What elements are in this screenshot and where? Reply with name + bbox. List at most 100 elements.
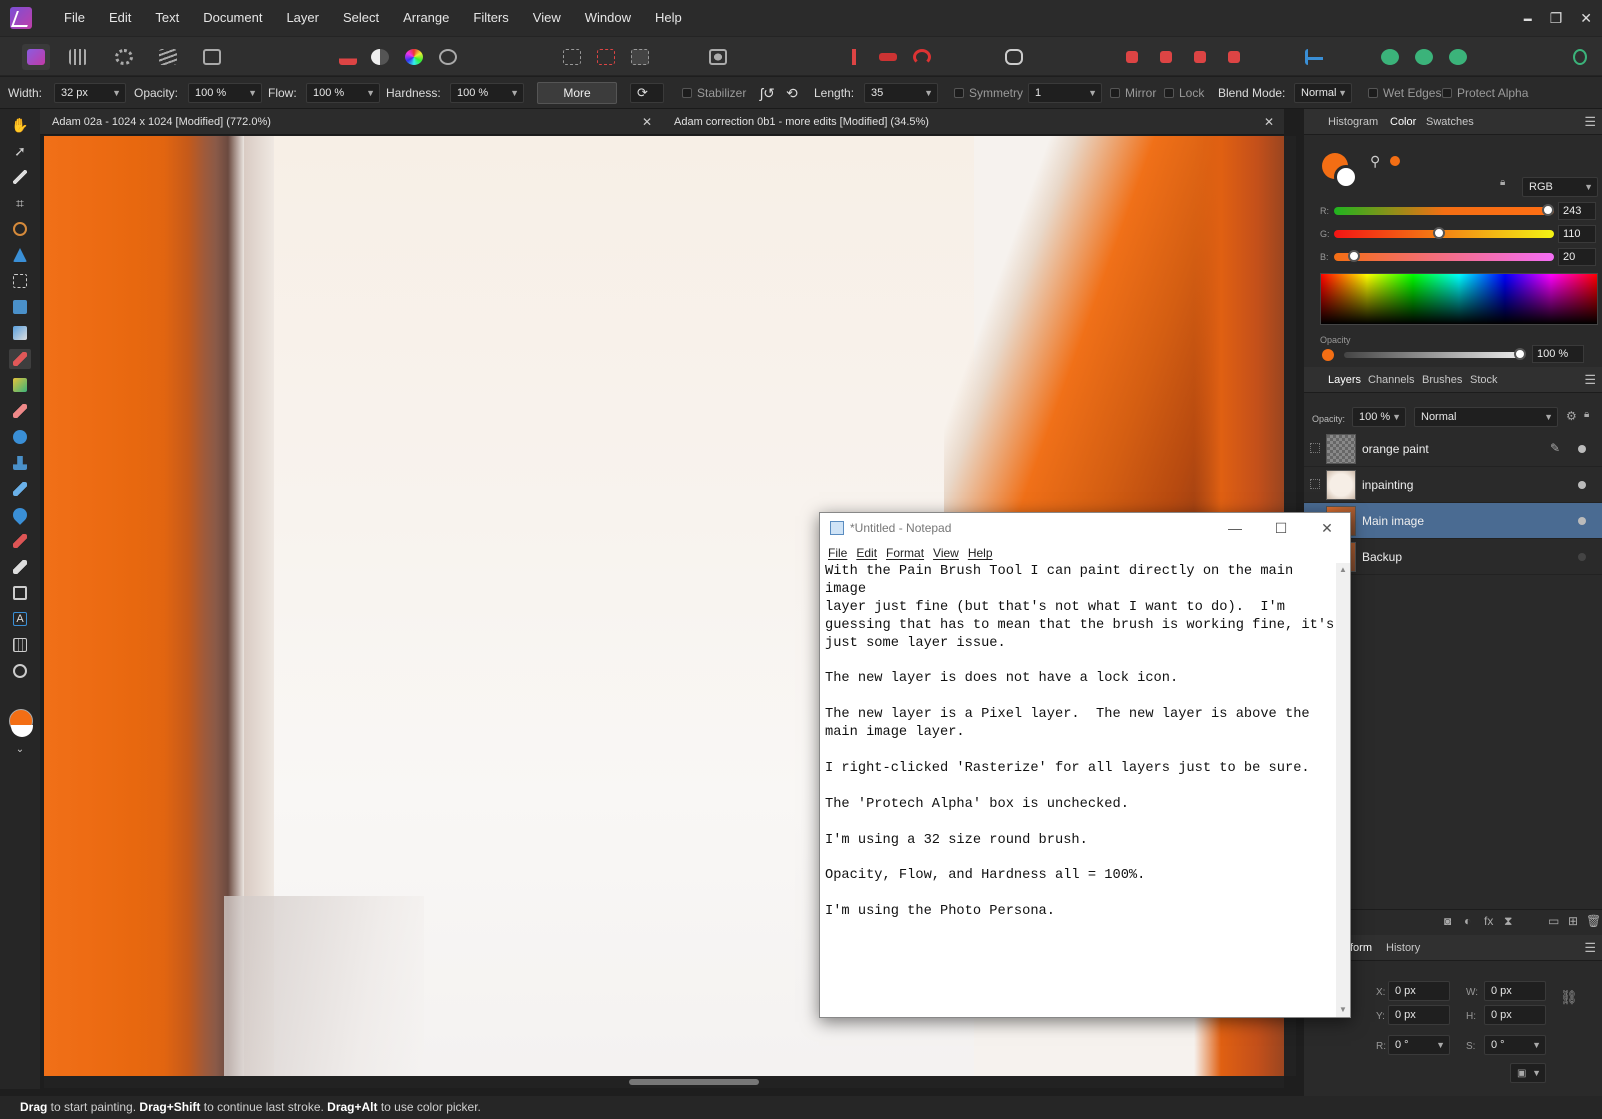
quick-mask-icon[interactable] xyxy=(704,44,732,70)
invert-selection-icon[interactable] xyxy=(626,44,654,70)
x-field[interactable]: 0 px xyxy=(1388,981,1450,1001)
layer-visibility-dot[interactable] xyxy=(1578,517,1586,525)
doc-tab-2[interactable]: Adam correction 0b1 - more edits [Modifi… xyxy=(662,109,1284,135)
magnet-icon[interactable] xyxy=(908,44,936,70)
move-tool-icon[interactable]: ➚ xyxy=(9,141,31,161)
tab-transform[interactable]: form xyxy=(1350,935,1372,961)
adjustment-icon[interactable]: ◐ xyxy=(1464,914,1471,928)
width-field[interactable]: 32 px ▼ xyxy=(54,83,126,103)
h-field[interactable]: 0 px xyxy=(1484,1005,1546,1025)
tab-layers[interactable]: Layers xyxy=(1328,367,1361,393)
menu-arrange[interactable]: Arrange xyxy=(391,0,461,36)
tab-swatches[interactable]: Swatches xyxy=(1426,109,1474,135)
delete-layer-icon[interactable]: 🗑︎ xyxy=(1586,914,1601,928)
layer-row[interactable]: inpainting xyxy=(1304,467,1602,503)
y-field[interactable]: 0 px xyxy=(1388,1005,1450,1025)
color-model-select[interactable]: RGB ▼ xyxy=(1522,177,1598,197)
gradient-tool-icon[interactable] xyxy=(9,323,31,343)
secondary-color-swatch[interactable] xyxy=(11,725,33,737)
b-slider-knob[interactable] xyxy=(1348,250,1360,262)
maximize-button[interactable]: ❐ xyxy=(1550,10,1563,27)
menu-text[interactable]: Text xyxy=(143,0,191,36)
boolean-add-icon[interactable] xyxy=(1376,44,1404,70)
eyedropper-icon[interactable]: ⚲ xyxy=(1370,153,1380,170)
opacity-slider[interactable] xyxy=(1344,348,1526,360)
boolean-intersect-icon[interactable] xyxy=(1444,44,1472,70)
deselect-icon[interactable] xyxy=(592,44,620,70)
link-icon[interactable]: ⛓ xyxy=(1560,989,1578,1006)
symmetry-field[interactable]: 1 ▼ xyxy=(1028,83,1102,103)
menu-window[interactable]: Window xyxy=(573,0,643,36)
mask-layer-icon[interactable]: ◙ xyxy=(1444,914,1451,928)
layer-visibility-dot[interactable] xyxy=(1578,445,1586,453)
add-layer-icon[interactable]: ⊞ xyxy=(1568,914,1578,928)
arrange-forward-icon[interactable] xyxy=(1186,44,1214,70)
notepad-menu-file[interactable]: File xyxy=(826,543,854,563)
hand-tool-icon[interactable]: ✋ xyxy=(9,115,31,135)
photo-persona-icon[interactable] xyxy=(22,44,50,70)
dodge-tool-icon[interactable] xyxy=(9,427,31,447)
swap-colors-icon[interactable]: ⌄ xyxy=(9,739,31,759)
layer-visibility-icon[interactable] xyxy=(1310,479,1320,489)
menu-layer[interactable]: Layer xyxy=(274,0,331,36)
flood-fill-tool-icon[interactable] xyxy=(9,297,31,317)
snapping-icon[interactable] xyxy=(874,44,902,70)
gear-icon[interactable]: ⚙ xyxy=(1566,409,1577,423)
notepad-text-area[interactable]: With the Pain Brush Tool I can paint dir… xyxy=(825,563,1335,1013)
layer-opacity-field[interactable]: 100 % ▼ xyxy=(1352,407,1406,427)
zoom-tool-icon[interactable] xyxy=(9,661,31,681)
wet-edges-checkbox[interactable] xyxy=(1368,88,1378,98)
lock-icon[interactable]: 🔒︎ xyxy=(1584,409,1589,420)
flow-field[interactable]: 100 % ▼ xyxy=(306,83,380,103)
text-tool-icon[interactable]: A xyxy=(9,609,31,629)
healing-brush-tool-icon[interactable] xyxy=(9,479,31,499)
mesh-warp-tool-icon[interactable] xyxy=(9,635,31,655)
menu-document[interactable]: Document xyxy=(191,0,274,36)
close-button[interactable]: ✕ xyxy=(1580,10,1592,27)
panel-menu-icon[interactable]: ☰ xyxy=(1584,935,1596,961)
r-slider[interactable] xyxy=(1334,204,1554,216)
erase-brush-tool-icon[interactable] xyxy=(9,401,31,421)
notepad-menu-format[interactable]: Format xyxy=(884,543,931,563)
live-filter-icon[interactable]: fx xyxy=(1484,914,1493,928)
tone-mapping-persona-icon[interactable] xyxy=(154,44,182,70)
r-value[interactable]: 243 xyxy=(1558,202,1596,220)
levels-icon[interactable] xyxy=(334,44,362,70)
lock-checkbox[interactable] xyxy=(1164,88,1174,98)
arrange-backward-icon[interactable] xyxy=(1152,44,1180,70)
blur-tool-icon[interactable] xyxy=(9,505,31,525)
arrange-front-icon[interactable] xyxy=(1220,44,1248,70)
doc-tab-1[interactable]: Adam 02a - 1024 x 1024 [Modified] (772.0… xyxy=(40,109,662,135)
blend-mode-select[interactable]: Normal ▼ xyxy=(1294,83,1352,103)
color-replacement-tool-icon[interactable] xyxy=(9,375,31,395)
pixel-layer-icon[interactable]: ⧗ xyxy=(1504,914,1512,929)
notepad-minimize-button[interactable]: — xyxy=(1212,513,1258,543)
auto-colors-icon[interactable] xyxy=(400,44,428,70)
scroll-thumb[interactable] xyxy=(629,1079,759,1085)
auto-white-balance-icon[interactable] xyxy=(434,44,462,70)
tab-channels[interactable]: Channels xyxy=(1368,367,1414,393)
red-eye-tool-icon[interactable] xyxy=(9,531,31,551)
opacity-value[interactable]: 100 % xyxy=(1532,345,1584,363)
b-value[interactable]: 20 xyxy=(1558,248,1596,266)
notepad-menu-edit[interactable]: Edit xyxy=(854,543,884,563)
tab-history[interactable]: History xyxy=(1386,935,1420,961)
layer-visibility-dot[interactable] xyxy=(1578,481,1586,489)
r-rotation-field[interactable]: 0 ° ▼ xyxy=(1388,1035,1450,1055)
notepad-menu-view[interactable]: View xyxy=(931,543,966,563)
develop-persona-icon[interactable] xyxy=(110,44,138,70)
paint-brush-tool-icon[interactable] xyxy=(9,349,31,369)
g-slider-knob[interactable] xyxy=(1433,227,1445,239)
rope-mode-icon[interactable]: ʃ↺ xyxy=(760,77,775,109)
align-left-icon[interactable] xyxy=(1300,44,1328,70)
g-slider[interactable] xyxy=(1334,227,1554,239)
assistant-icon[interactable] xyxy=(1000,44,1028,70)
mirror-checkbox[interactable] xyxy=(1110,88,1120,98)
scroll-down-icon[interactable]: ▼ xyxy=(1336,1003,1350,1017)
stabilizer-checkbox[interactable] xyxy=(682,88,692,98)
length-field[interactable]: 35 ▼ xyxy=(864,83,938,103)
panel-menu-icon[interactable]: ☰ xyxy=(1584,109,1596,135)
close-icon[interactable]: ✕ xyxy=(642,109,652,135)
scroll-up-icon[interactable]: ▲ xyxy=(1336,563,1350,577)
menu-help[interactable]: Help xyxy=(643,0,694,36)
